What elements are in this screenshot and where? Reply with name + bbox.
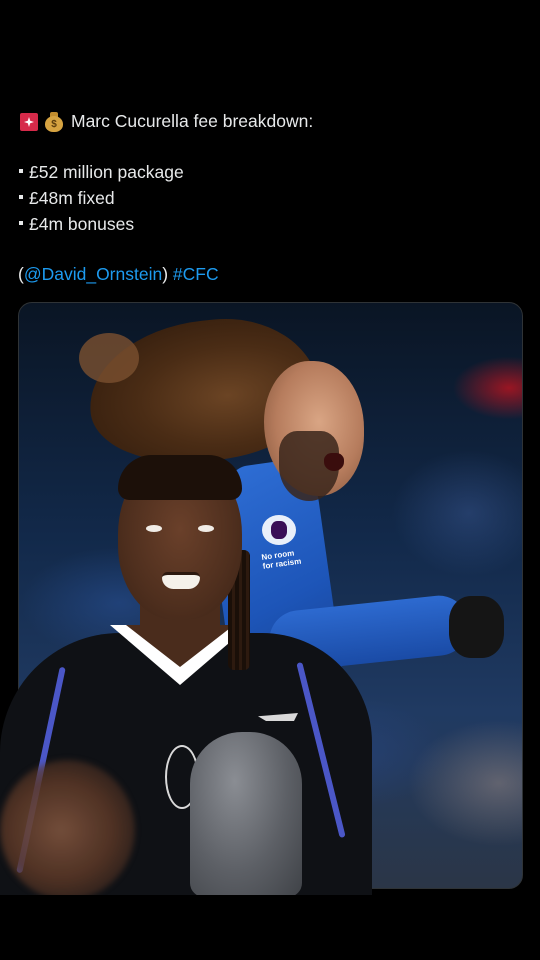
player-hair-tips [79, 333, 139, 383]
headline-row: $ Marc Cucurella fee breakdown: [18, 108, 522, 134]
headline-text: Marc Cucurella fee breakdown: [71, 111, 314, 131]
list-item: £48m fixed [18, 185, 522, 211]
moneybag-icon: $ [43, 110, 65, 132]
list-item-text: £48m fixed [29, 188, 115, 208]
source-line: (@David_Ornstein) #CFC [18, 261, 522, 287]
source-close-paren: ) [162, 264, 169, 284]
moneybag-symbol: $ [51, 119, 57, 130]
bullet-mark [19, 221, 23, 226]
list-item-text: £4m bonuses [29, 214, 135, 234]
presenter-mouth [162, 572, 200, 589]
list-item: £4m bonuses [18, 211, 522, 237]
list-item-text: £52 million package [29, 162, 184, 182]
bullet-mark [19, 169, 23, 174]
microphone-icon [190, 732, 302, 895]
mention-link[interactable]: @David_Ornstein [24, 264, 162, 284]
bullet-mark [19, 195, 23, 200]
presenter-hand [0, 760, 135, 895]
list-item: £52 million package [18, 159, 522, 185]
presenter-hair [118, 455, 242, 500]
presenter-overlay [0, 455, 372, 895]
fee-list: £52 million package £48m fixed £4m bonus… [18, 159, 522, 237]
presenter-eye-right [198, 525, 214, 532]
tweet-text-block: $ Marc Cucurella fee breakdown: £52 mill… [18, 108, 522, 287]
player-glove [449, 596, 504, 658]
hashtag-link[interactable]: #CFC [173, 264, 219, 284]
presenter-eye-left [146, 525, 162, 532]
siren-icon [18, 110, 40, 132]
